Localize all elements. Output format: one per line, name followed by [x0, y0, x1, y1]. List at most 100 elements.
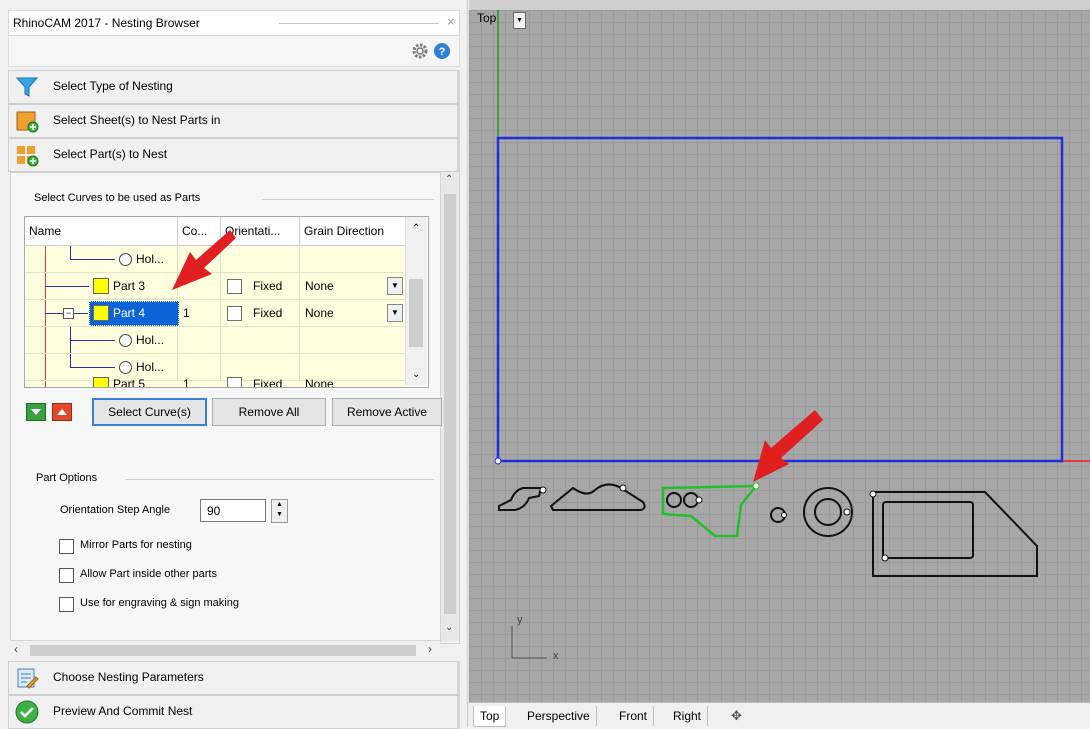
- close-icon[interactable]: ×: [447, 14, 455, 29]
- part-shape: [549, 483, 646, 511]
- collapse-icon[interactable]: −: [63, 308, 74, 319]
- tab-right[interactable]: Right: [667, 706, 709, 726]
- col-header-grain[interactable]: Grain Direction: [300, 217, 406, 246]
- annotation-arrow-icon: [753, 410, 823, 482]
- step-angle-label: Orientation Step Angle: [60, 504, 171, 516]
- svg-text:?: ?: [439, 46, 446, 58]
- table-row[interactable]: Part 5 1 Fixed None: [25, 377, 405, 387]
- move-down-icon[interactable]: [26, 403, 46, 421]
- scroll-left-icon[interactable]: ‹: [14, 642, 18, 656]
- table-row-selected[interactable]: − Part 4 1 Fixed None ▼: [25, 300, 405, 327]
- step-label: Choose Nesting Parameters: [53, 670, 204, 684]
- hole-shape: [666, 492, 703, 508]
- nesting-browser-panel: RhinoCAM 2017 - Nesting Browser × ? Sele…: [0, 0, 468, 729]
- step-select-type[interactable]: Select Type of Nesting: [8, 70, 460, 104]
- title-divider: [279, 23, 439, 24]
- engraving-label: Use for engraving & sign making: [80, 597, 239, 609]
- part-shape: [869, 490, 1038, 577]
- add-viewport-icon[interactable]: ✥: [731, 706, 742, 726]
- group-divider: [125, 479, 434, 480]
- cell: [178, 327, 221, 353]
- scroll-down-icon[interactable]: ⌄: [412, 369, 420, 380]
- viewport-drawing: [494, 10, 1090, 659]
- axis-y-label: y: [517, 614, 523, 626]
- tab-top[interactable]: Top: [473, 706, 507, 727]
- step-label: Preview And Commit Nest: [53, 704, 193, 718]
- row-count: 1: [183, 306, 190, 320]
- mirror-checkbox[interactable]: [59, 539, 74, 554]
- cell: [25, 273, 178, 299]
- step-nesting-parameters[interactable]: Choose Nesting Parameters: [8, 661, 460, 695]
- tab-front[interactable]: Front: [613, 706, 655, 726]
- allow-inside-label: Allow Part inside other parts: [80, 568, 217, 580]
- orientation-checkbox[interactable]: [227, 377, 242, 387]
- axis-x-label: x: [553, 650, 559, 662]
- table-row[interactable]: Hol...: [25, 327, 405, 354]
- scroll-thumb[interactable]: [30, 645, 416, 656]
- funnel-icon: [15, 77, 39, 97]
- scroll-up-icon[interactable]: ⌃: [445, 174, 453, 185]
- part-color-swatch: [93, 305, 109, 321]
- row-grain: None: [305, 377, 334, 388]
- commit-check-icon: [15, 700, 39, 724]
- panel-titlebar: RhinoCAM 2017 - Nesting Browser ×: [8, 10, 460, 36]
- help-icon[interactable]: ?: [433, 42, 451, 60]
- table-row[interactable]: Hol...: [25, 354, 405, 381]
- curves-group-label: Select Curves to be used as Parts: [34, 192, 201, 204]
- sheet-rectangle: [496, 136, 1064, 463]
- viewport[interactable]: Top ▼ y x Top Perspective Front Right ✥: [469, 0, 1090, 728]
- cell: [25, 246, 178, 272]
- tab-perspective[interactable]: Perspective: [521, 706, 597, 726]
- remove-active-button[interactable]: Remove Active: [332, 398, 442, 426]
- section-vscrollbar[interactable]: ⌃ ⌄: [440, 172, 459, 642]
- step-label: Select Part(s) to Nest: [53, 147, 168, 161]
- parts-add-icon: [17, 146, 39, 167]
- step-angle-value: 90: [207, 504, 221, 518]
- scroll-thumb[interactable]: [409, 279, 423, 347]
- scroll-up-icon[interactable]: ⌃: [412, 223, 420, 234]
- selected-part-point: [752, 482, 760, 490]
- step-preview-commit[interactable]: Preview And Commit Nest: [8, 695, 460, 729]
- scroll-right-icon[interactable]: ›: [428, 642, 432, 656]
- grid-vscrollbar[interactable]: ⌃ ⌄: [405, 217, 427, 385]
- sheet-origin-point: [494, 457, 502, 465]
- step-select-sheets[interactable]: Select Sheet(s) to Nest Parts in: [8, 104, 460, 138]
- row-name: Part 4: [113, 306, 146, 320]
- cell: [25, 327, 178, 353]
- step-label: Select Type of Nesting: [53, 79, 173, 93]
- cell: [221, 327, 300, 353]
- row-grain: None: [305, 279, 334, 293]
- scroll-thumb[interactable]: [444, 194, 456, 614]
- panel-toolbar: ?: [8, 36, 460, 67]
- step-angle-input[interactable]: 90: [200, 499, 266, 522]
- grain-dropdown-icon[interactable]: ▼: [387, 304, 403, 322]
- parameters-icon: [17, 668, 39, 689]
- tree-line: [45, 381, 46, 387]
- col-header-name[interactable]: Name: [25, 217, 178, 246]
- viewport-top-strip: [469, 0, 1090, 10]
- scroll-down-icon[interactable]: ⌄: [445, 622, 453, 633]
- panel-title: RhinoCAM 2017 - Nesting Browser: [13, 16, 200, 30]
- row-grain: None: [305, 306, 334, 320]
- sheet-add-icon: [16, 111, 39, 133]
- part-shape: [803, 487, 853, 537]
- allow-inside-checkbox[interactable]: [59, 568, 74, 583]
- part-options-label: Part Options: [36, 472, 98, 484]
- move-up-icon[interactable]: [52, 403, 72, 421]
- section-hscrollbar[interactable]: ‹ ›: [10, 640, 440, 659]
- row-orientation: Fixed: [253, 377, 283, 388]
- grain-dropdown-icon[interactable]: ▼: [387, 277, 403, 295]
- step-label: Select Sheet(s) to Nest Parts in: [53, 113, 221, 127]
- step-select-parts[interactable]: Select Part(s) to Nest: [8, 138, 460, 172]
- row-count: 1: [183, 377, 190, 388]
- mirror-label: Mirror Parts for nesting: [80, 539, 192, 551]
- step-angle-spinner[interactable]: ▲ ▼: [271, 499, 288, 523]
- group-divider: [262, 199, 434, 200]
- remove-all-button[interactable]: Remove All: [212, 398, 326, 426]
- select-curves-button[interactable]: Select Curve(s): [92, 398, 207, 426]
- gear-icon[interactable]: [411, 42, 429, 60]
- cell: [221, 300, 300, 326]
- row-name: Part 5: [113, 377, 146, 388]
- part-shape: [498, 486, 547, 511]
- engraving-checkbox[interactable]: [59, 597, 74, 612]
